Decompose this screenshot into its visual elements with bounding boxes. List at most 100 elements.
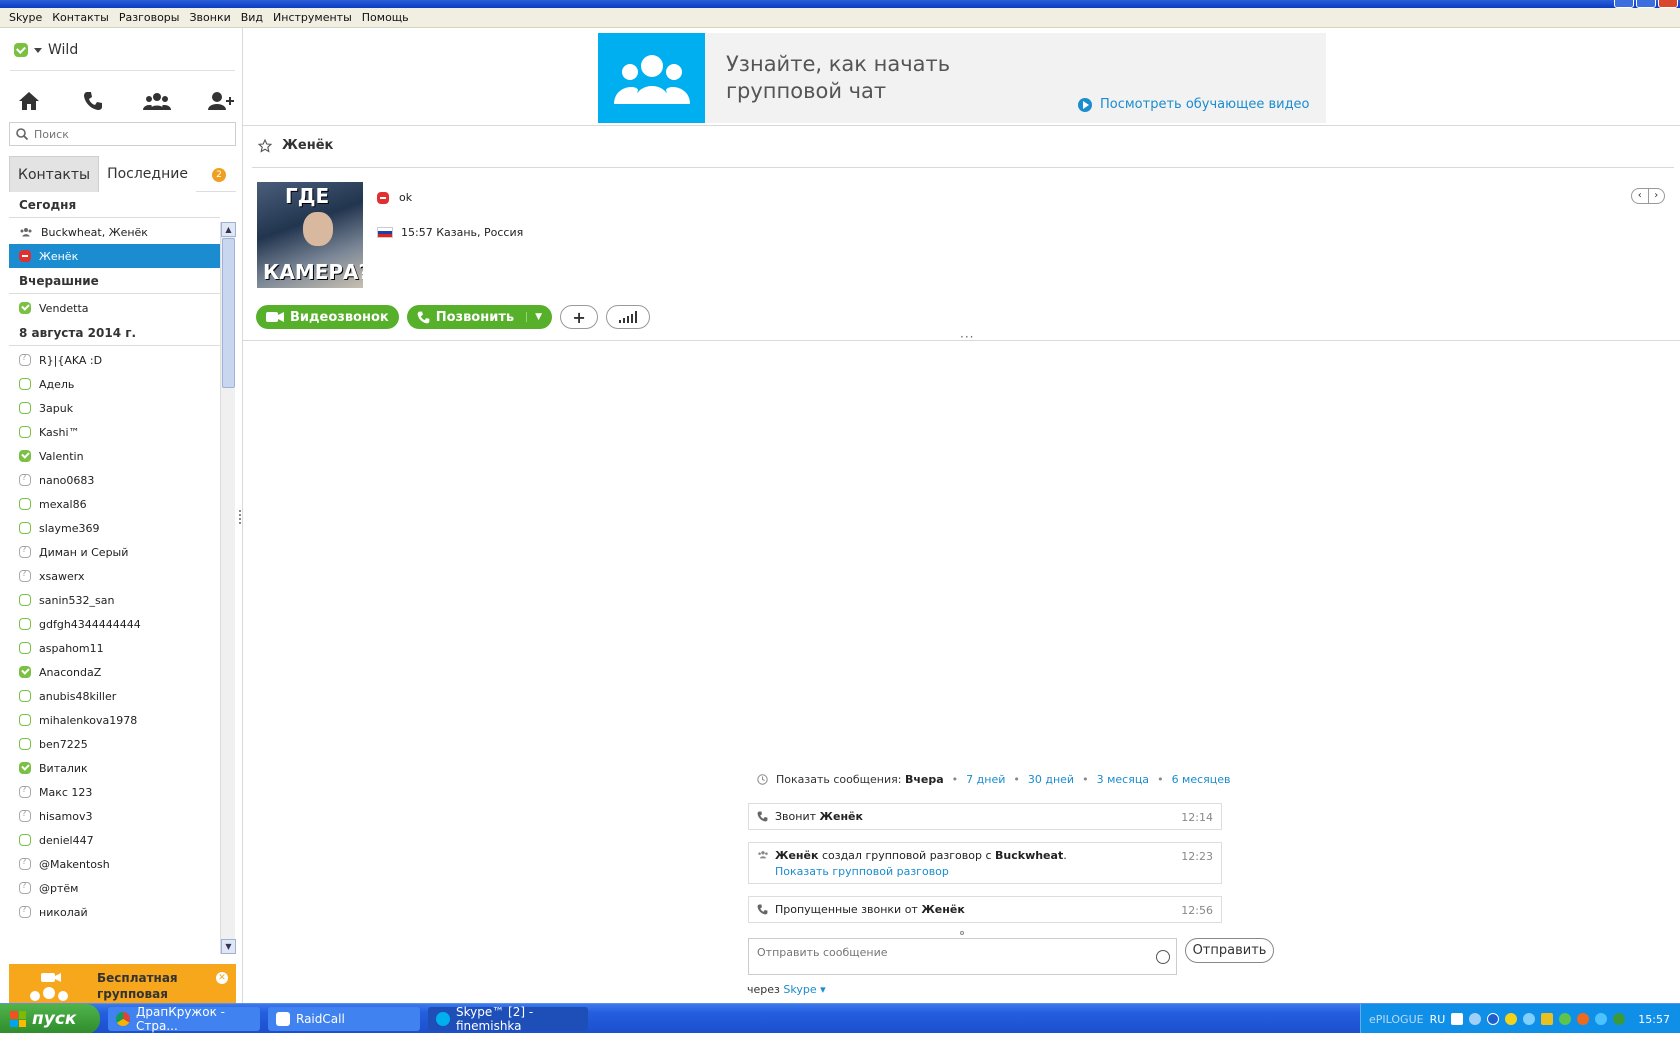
- list-item[interactable]: hisamov3: [9, 804, 220, 828]
- tab-recent[interactable]: Последние: [99, 156, 196, 192]
- taskbar-item-skype[interactable]: Skype™ [2] - finemishka: [428, 1005, 588, 1033]
- history-label: Показать сообщения:: [776, 773, 902, 786]
- group-icon[interactable]: [142, 86, 172, 116]
- list-item[interactable]: gdfgh4344444444: [9, 612, 220, 636]
- contact-name: deniel447: [39, 833, 94, 847]
- chevron-right-icon[interactable]: ›: [1649, 189, 1665, 203]
- call-quality-button[interactable]: [606, 305, 651, 329]
- resize-handle[interactable]: ···: [960, 330, 974, 344]
- list-item[interactable]: mihalenkova1978: [9, 708, 220, 732]
- tray-app-icon[interactable]: [1523, 1013, 1536, 1025]
- start-button[interactable]: пуск: [0, 1004, 100, 1034]
- tray-app-icon[interactable]: [1613, 1013, 1626, 1025]
- close-icon[interactable]: ✕: [216, 972, 228, 984]
- close-button[interactable]: [1658, 0, 1678, 8]
- list-item[interactable]: Женёк: [9, 244, 220, 268]
- show-group-conversation-link[interactable]: Показать групповой разговор: [775, 865, 1213, 878]
- network-icon[interactable]: [1469, 1013, 1482, 1025]
- history-3-months[interactable]: 3 месяца: [1097, 773, 1149, 786]
- list-item[interactable]: Диман и Серый: [9, 540, 220, 564]
- menu-view[interactable]: Вид: [236, 11, 268, 24]
- search-input[interactable]: [34, 127, 224, 141]
- list-item[interactable]: R}|{AKA :D: [9, 348, 220, 372]
- message-input[interactable]: [757, 946, 1137, 968]
- chevron-left-icon[interactable]: ‹: [1632, 189, 1649, 203]
- emoticon-icon[interactable]: [1156, 950, 1170, 964]
- tray-app-icon[interactable]: [1577, 1013, 1590, 1025]
- system-tray: ePILOGUE RU 15:57: [1360, 1004, 1680, 1034]
- scroll-down-button[interactable]: ▼: [221, 939, 236, 954]
- list-item[interactable]: 3apuk: [9, 396, 220, 420]
- panel-splitter[interactable]: [239, 510, 241, 524]
- contact-mood: ok: [377, 191, 412, 204]
- list-item[interactable]: Kashi™: [9, 420, 220, 444]
- list-item[interactable]: xsawerx: [9, 564, 220, 588]
- menu-skype[interactable]: Skype: [4, 11, 47, 24]
- contact-avatar[interactable]: ГДЕ КАМЕРА?: [257, 182, 363, 288]
- home-icon[interactable]: [14, 86, 44, 116]
- tray-app-icon[interactable]: [1541, 1013, 1554, 1025]
- via-service-selector[interactable]: Skype ▾: [783, 983, 825, 996]
- search-box[interactable]: [9, 122, 236, 146]
- star-icon[interactable]: [258, 138, 272, 153]
- taskbar-item-browser[interactable]: ДрапКружок - Стра...: [108, 1005, 260, 1033]
- menu-contacts[interactable]: Контакты: [47, 11, 114, 24]
- video-call-button[interactable]: Видеозвонок: [256, 305, 399, 329]
- phone-icon[interactable]: [78, 86, 108, 116]
- menu-tools[interactable]: Инструменты: [268, 11, 357, 24]
- user-status-selector[interactable]: Wild: [14, 40, 78, 60]
- list-item[interactable]: Valentin: [9, 444, 220, 468]
- help-icon[interactable]: [1451, 1013, 1464, 1025]
- list-item[interactable]: anubis48killer: [9, 684, 220, 708]
- divider: [243, 340, 1680, 341]
- list-item[interactable]: slayme369: [9, 516, 220, 540]
- watch-video-link[interactable]: Посмотреть обучающее видео: [1078, 97, 1310, 112]
- send-button[interactable]: Отправить: [1185, 938, 1274, 963]
- tab-contacts[interactable]: Контакты: [9, 156, 100, 192]
- add-contact-icon[interactable]: [206, 86, 236, 116]
- maximize-button[interactable]: [1636, 0, 1656, 8]
- tray-app-icon[interactable]: [1559, 1013, 1572, 1025]
- list-item[interactable]: nano0683: [9, 468, 220, 492]
- list-item[interactable]: Vendetta: [9, 296, 220, 320]
- list-item[interactable]: николай: [9, 900, 220, 924]
- menu-calls[interactable]: Звонки: [184, 11, 235, 24]
- history-30-days[interactable]: 30 дней: [1028, 773, 1074, 786]
- offline-status-icon: [19, 378, 31, 390]
- contact-name: hisamov3: [39, 809, 93, 823]
- menu-conversations[interactable]: Разговоры: [114, 11, 185, 24]
- list-item[interactable]: @ртём: [9, 876, 220, 900]
- menu-help[interactable]: Помощь: [357, 11, 414, 24]
- list-item[interactable]: deniel447: [9, 828, 220, 852]
- contact-name: Женёк: [39, 249, 79, 263]
- scroll-up-button[interactable]: ▲: [221, 222, 236, 237]
- sidebar-scrollbar[interactable]: ▲ ▼: [220, 222, 236, 954]
- busy-status-icon: [377, 191, 389, 204]
- event-text: создал групповой разговор с: [818, 849, 996, 862]
- language-indicator[interactable]: RU: [1430, 1013, 1446, 1026]
- chevron-down-icon[interactable]: ▼: [526, 312, 542, 322]
- list-item[interactable]: aspahom11: [9, 636, 220, 660]
- minimize-button[interactable]: [1614, 0, 1634, 8]
- tray-app-icon[interactable]: [1505, 1013, 1518, 1025]
- list-item[interactable]: mexal86: [9, 492, 220, 516]
- list-item[interactable]: Адель: [9, 372, 220, 396]
- history-6-months[interactable]: 6 месяцев: [1172, 773, 1231, 786]
- scroll-thumb[interactable]: [222, 238, 235, 388]
- list-item[interactable]: Buckwheat, Женёк: [9, 220, 220, 244]
- contact-name: R}|{AKA :D: [39, 353, 103, 367]
- add-button[interactable]: +: [560, 305, 599, 329]
- window-controls: [1614, 0, 1678, 8]
- list-item[interactable]: AnacondaZ: [9, 660, 220, 684]
- tray-app-icon[interactable]: [1595, 1013, 1608, 1025]
- list-item[interactable]: @Makentosh: [9, 852, 220, 876]
- call-button[interactable]: Позвонить ▼: [406, 305, 553, 329]
- list-item[interactable]: Виталик: [9, 756, 220, 780]
- list-item[interactable]: sanin532_san: [9, 588, 220, 612]
- history-7-days[interactable]: 7 дней: [966, 773, 1005, 786]
- taskbar-item-raidcall[interactable]: RaidCall: [268, 1007, 420, 1031]
- recent-list: Сегодня Buckwheat, Женёк Женёк Вчерашние …: [9, 192, 220, 954]
- list-item[interactable]: Макс 123: [9, 780, 220, 804]
- list-item[interactable]: ben7225: [9, 732, 220, 756]
- back-icon[interactable]: [1487, 1013, 1500, 1025]
